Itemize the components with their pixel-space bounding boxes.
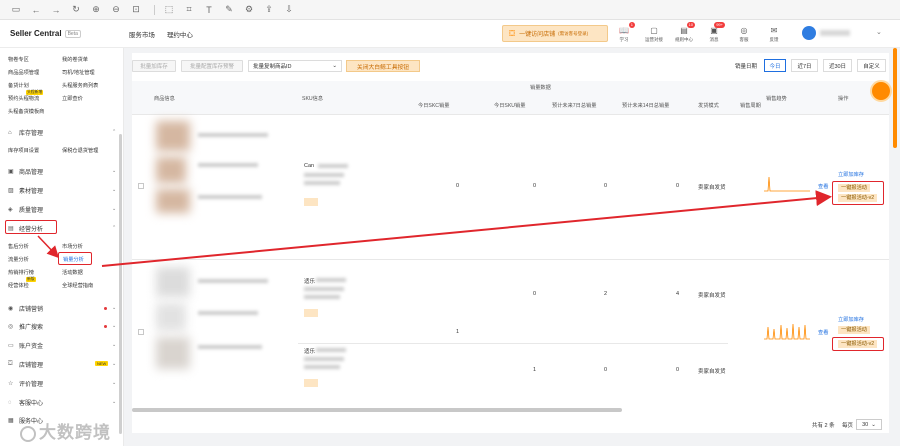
arrow-to-activity <box>101 190 832 267</box>
floating-assistant-icon[interactable] <box>870 80 892 102</box>
annotation-arrows <box>37 190 832 267</box>
page-scrollbar[interactable] <box>893 48 897 148</box>
watermark-logo-icon <box>20 425 36 442</box>
watermark-text: 大数跨境 <box>39 423 111 442</box>
watermark: 大数跨境 <box>20 418 111 443</box>
arrow-ops-to-sales <box>37 235 60 259</box>
